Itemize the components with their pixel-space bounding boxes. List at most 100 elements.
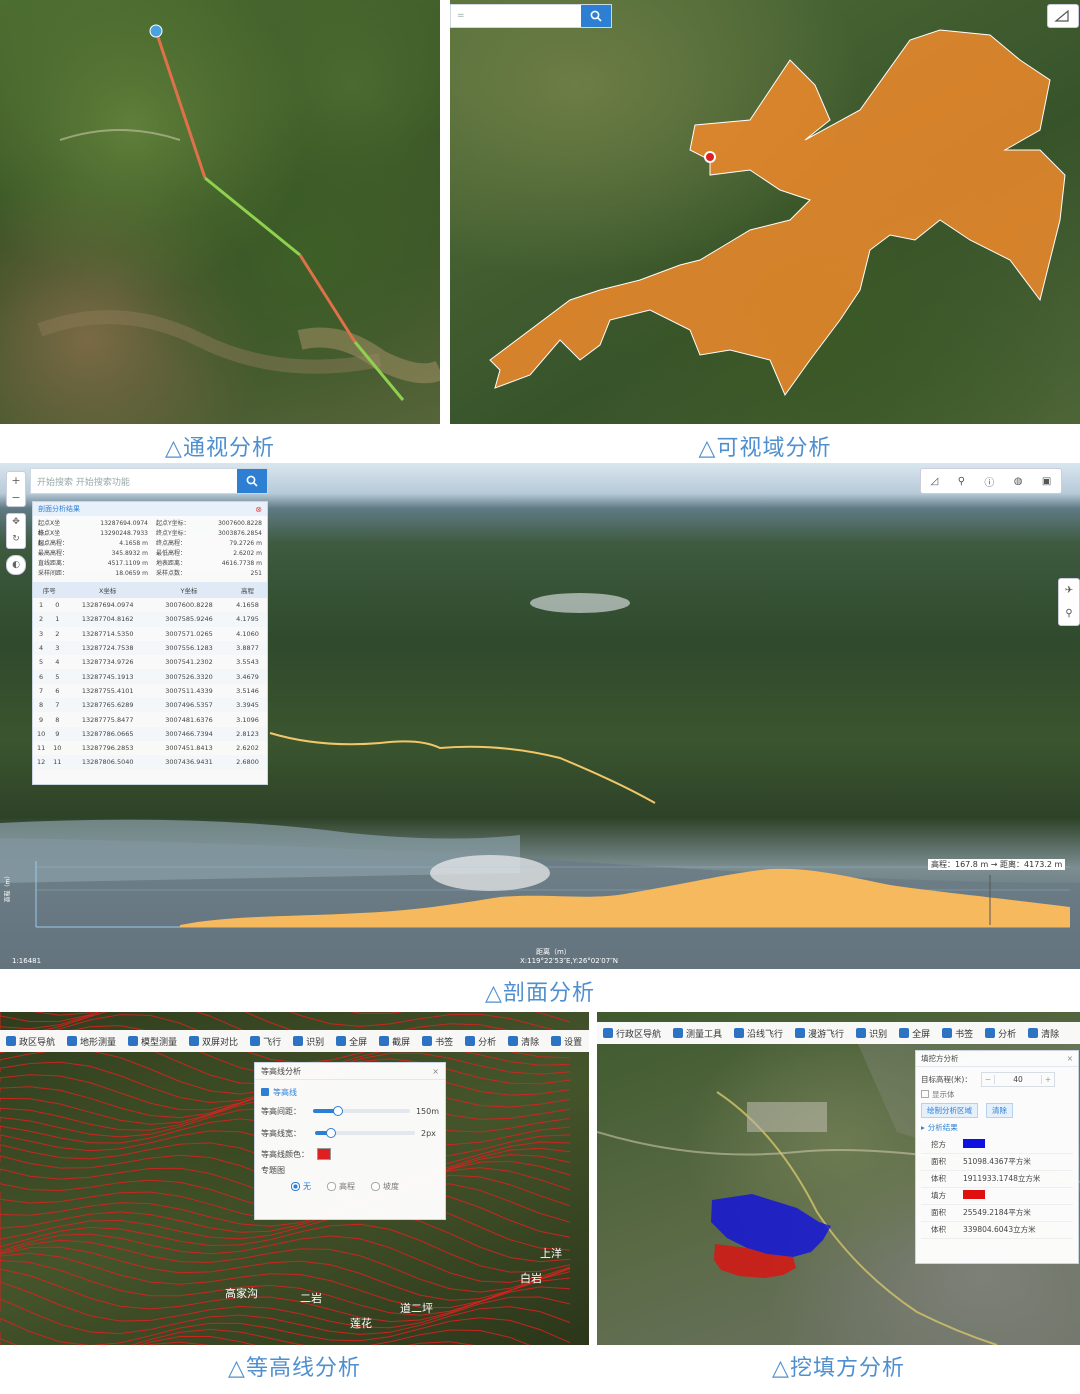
toolbar-icon: [336, 1036, 347, 1046]
summary-label: 最低高程：: [156, 550, 187, 557]
search-button[interactable]: [237, 469, 267, 493]
observer-point[interactable]: [149, 24, 163, 38]
toolbar-item[interactable]: 沿线飞行: [728, 1022, 789, 1044]
globe-icon[interactable]: ◍: [1014, 476, 1023, 487]
search-input[interactable]: =: [451, 11, 581, 21]
increment-button[interactable]: +: [1041, 1074, 1054, 1084]
fly-icon[interactable]: ✈: [1059, 579, 1079, 602]
toolbar-icon: [551, 1036, 562, 1046]
table-row[interactable]: 9 8 13287775.8477 3007481.6376 3.1096: [33, 712, 267, 726]
table-row[interactable]: 3 2 13287714.5350 3007571.0265 4.1060: [33, 627, 267, 641]
draw-area-button[interactable]: 绘制分析区域: [921, 1102, 978, 1118]
toolbar-item[interactable]: 漫游飞行: [789, 1022, 850, 1044]
toolbar-item[interactable]: 清除: [502, 1030, 545, 1052]
summary-label: 终点高程：: [156, 540, 187, 547]
slider-handle[interactable]: [326, 1128, 336, 1138]
viewshed-observer[interactable]: [704, 151, 716, 163]
measure-icon[interactable]: ◿: [931, 476, 939, 487]
search-button[interactable]: [581, 5, 611, 27]
close-icon[interactable]: ×: [432, 1067, 439, 1076]
toolbar-item[interactable]: 书签: [936, 1022, 979, 1044]
info-icon[interactable]: ⓘ: [984, 474, 994, 489]
toolbar-item[interactable]: 模型测量: [122, 1030, 183, 1052]
result-label: 面积: [931, 1208, 946, 1217]
table-row[interactable]: 11 10 13287796.2853 3007451.8413 2.6202: [33, 741, 267, 755]
toolbar-item[interactable]: 全屏: [893, 1022, 936, 1044]
toolbar-item[interactable]: 飞行: [244, 1030, 287, 1052]
table-row[interactable]: 10 9 13287786.0665 3007466.7394 2.8123: [33, 726, 267, 741]
interval-label: 等高间距：: [261, 1106, 301, 1116]
measure-button[interactable]: [1047, 4, 1079, 28]
table-cell: 4.1795: [236, 615, 259, 624]
summary-label: 起点X坐标：: [38, 520, 61, 537]
zoom-in-button[interactable]: +: [7, 472, 25, 489]
summary-label: 采样点数：: [156, 570, 187, 577]
location-icon[interactable]: ⚲: [958, 476, 965, 487]
toolbar-item[interactable]: 地形测量: [61, 1030, 122, 1052]
table-row[interactable]: 4 3 13287724.7538 3007556.1283 3.8877: [33, 640, 267, 656]
width-slider[interactable]: [315, 1128, 415, 1138]
pin-icon[interactable]: ⚲: [1059, 602, 1079, 625]
image-icon[interactable]: ▣: [1042, 476, 1051, 487]
table-cell: 3007436.9431: [165, 758, 213, 767]
summary-row: 最高高程： 345.8932 m 最低高程： 2.6202 m: [38, 549, 262, 559]
target-elevation-stepper[interactable]: − 40 +: [981, 1071, 1055, 1087]
zoom-out-button[interactable]: −: [7, 489, 25, 506]
theme-option[interactable]: 高程: [327, 1181, 355, 1192]
table-row[interactable]: 8 7 13287765.6289 3007496.5357 3.3945: [33, 698, 267, 713]
expand-icon[interactable]: ▸: [921, 1123, 925, 1132]
table-row[interactable]: 1 0 13287694.0974 3007600.8228 4.1658: [33, 598, 267, 612]
toolbar-item[interactable]: 双屏对比: [183, 1030, 244, 1052]
toolbar-item[interactable]: 书签: [416, 1030, 459, 1052]
interval-slider[interactable]: [313, 1106, 410, 1116]
line-of-sight-panel: [0, 0, 440, 424]
table-row[interactable]: 7 6 13287755.4101 3007511.4339 3.5146: [33, 684, 267, 698]
pan-icon[interactable]: ✥: [7, 514, 25, 531]
toolbar-item[interactable]: 设置: [545, 1030, 588, 1052]
decrement-button[interactable]: −: [982, 1074, 995, 1084]
table-row[interactable]: 12 11 13287806.5040 3007436.9431 2.6800: [33, 755, 267, 770]
summary-row: 起点高程： 4.1658 m 终点高程： 79.2726 m: [38, 539, 262, 549]
toolbar-item[interactable]: 测量工具: [667, 1022, 728, 1044]
profile-table: 序号 X坐标 Y坐标 高程 1 0 13287694.0974 3007600.822…: [33, 582, 267, 770]
table-cell: 5: [55, 672, 60, 681]
show-volume-checkbox[interactable]: [921, 1090, 929, 1098]
table-row[interactable]: 5 4 13287734.9726 3007541.2302 3.5543: [33, 655, 267, 669]
close-icon[interactable]: ×: [1067, 1054, 1073, 1063]
theme-option[interactable]: 无: [291, 1181, 311, 1192]
summary-label: 终点X坐标：: [38, 530, 61, 547]
slider-handle[interactable]: [332, 1106, 343, 1116]
toolbar-item[interactable]: 分析: [979, 1022, 1022, 1044]
line-of-sight-map: [37, 24, 440, 401]
column-header: 高程: [241, 587, 254, 595]
toolbar-item[interactable]: 行政区导航: [597, 1022, 667, 1044]
caption-viewshed: △可视域分析: [698, 436, 832, 461]
target-elevation-input[interactable]: 40: [995, 1075, 1041, 1084]
toolbar-item[interactable]: 截屏: [373, 1030, 416, 1052]
rotate-icon[interactable]: ↻: [7, 531, 25, 548]
map-tools: ◿ ⚲ ⓘ ◍ ▣: [920, 468, 1062, 494]
profile-result-panel: 剖面分析结果 ⊗ 起点X坐标： 13287694.0974 起点Y坐标： 300760…: [32, 501, 268, 785]
toolbar-item[interactable]: 全屏: [330, 1030, 373, 1052]
contour-checkbox[interactable]: [261, 1088, 269, 1096]
summary-label: 地表距离：: [156, 560, 187, 567]
table-row: 体积 339804.6043立方米: [921, 1221, 1073, 1238]
toolbar-item[interactable]: 识别: [850, 1022, 893, 1044]
table-cell: 13287755.4101: [81, 686, 134, 695]
theme-option[interactable]: 坡度: [371, 1181, 399, 1192]
compass-icon[interactable]: ◐: [6, 555, 26, 575]
toolbar-icon: [603, 1028, 613, 1038]
search-input[interactable]: 开始搜索 开始搜索功能: [31, 475, 237, 488]
table-row[interactable]: 2 1 13287704.8162 3007585.9246 4.1795: [33, 612, 267, 627]
table-cell: 13287806.5040: [81, 758, 134, 767]
toolbar-item[interactable]: 分析: [459, 1030, 502, 1052]
toolbar-item[interactable]: 识别: [287, 1030, 330, 1052]
table-row[interactable]: 6 5 13287745.1913 3007526.3320 3.4679: [33, 669, 267, 684]
clear-button[interactable]: 清除: [986, 1102, 1013, 1118]
close-icon[interactable]: ⊗: [255, 505, 262, 514]
search-box: =: [450, 4, 612, 28]
toolbar-item[interactable]: 清除: [1022, 1022, 1065, 1044]
search-icon: [590, 10, 602, 22]
toolbar-item[interactable]: 政区导航: [0, 1030, 61, 1052]
color-picker[interactable]: [317, 1148, 331, 1160]
